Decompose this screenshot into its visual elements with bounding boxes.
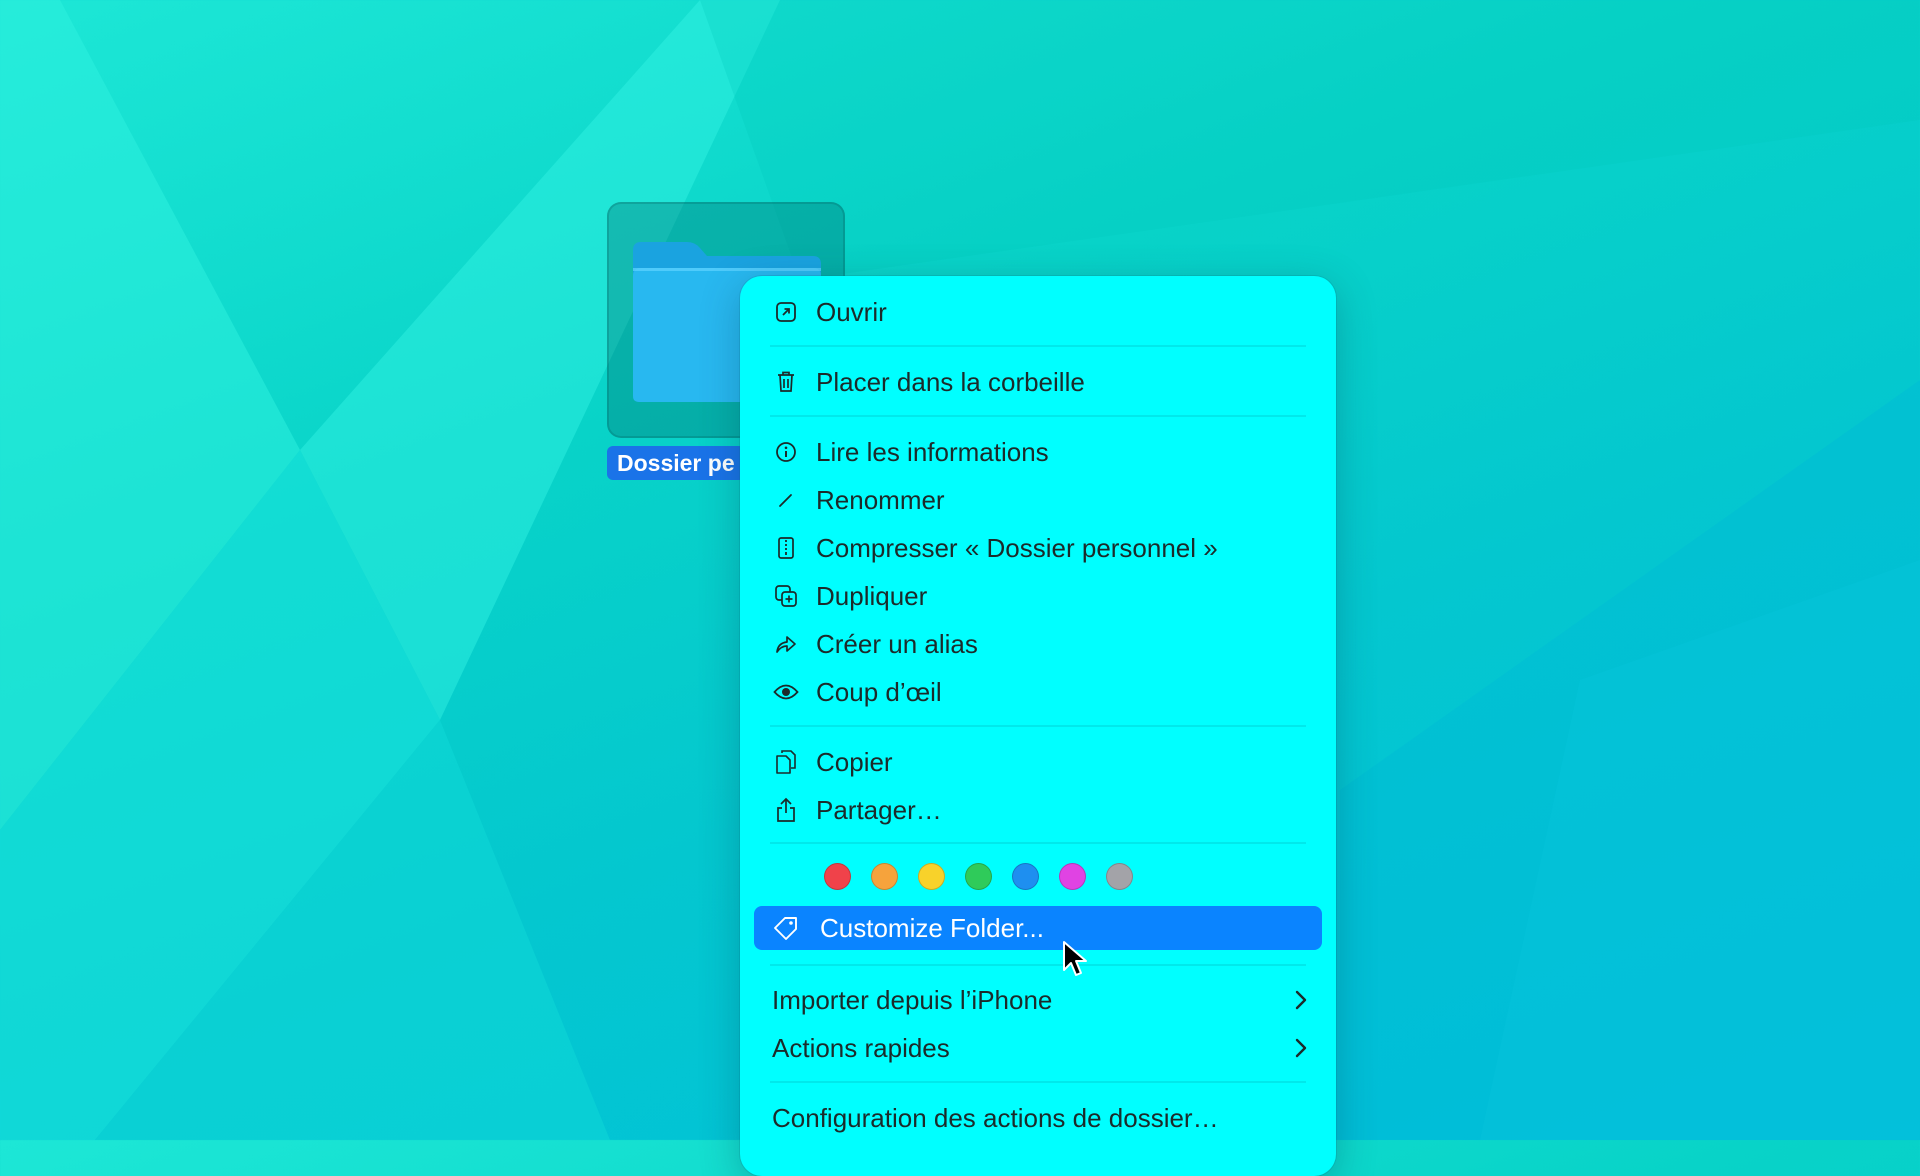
context-menu: Ouvrir Placer dans la corbeille Lire les… (740, 276, 1336, 1176)
menu-item-open[interactable]: Ouvrir (754, 290, 1322, 334)
menu-item-quick-actions[interactable]: Actions rapides (754, 1026, 1322, 1070)
tag-color-orange[interactable] (871, 863, 898, 890)
menu-item-alias[interactable]: Créer un alias (754, 622, 1322, 666)
zip-icon (772, 534, 800, 562)
tag-color-blue[interactable] (1012, 863, 1039, 890)
tag-color-picker (824, 863, 1133, 890)
menu-separator (770, 1081, 1306, 1083)
menu-item-get-info[interactable]: Lire les informations (754, 430, 1322, 474)
menu-item-share[interactable]: Partager… (754, 788, 1322, 832)
menu-separator (770, 725, 1306, 727)
tag-icon (772, 914, 800, 942)
tag-color-red[interactable] (824, 863, 851, 890)
menu-item-trash[interactable]: Placer dans la corbeille (754, 360, 1322, 404)
menu-separator (770, 842, 1306, 844)
tag-color-green[interactable] (965, 863, 992, 890)
alias-arrow-icon (772, 630, 800, 658)
chevron-right-icon (1294, 1036, 1308, 1067)
menu-item-duplicate[interactable]: Dupliquer (754, 574, 1322, 618)
menu-item-quicklook[interactable]: Coup d’œil (754, 670, 1322, 714)
eye-icon (772, 678, 800, 706)
trash-icon (772, 368, 800, 396)
menu-item-rename[interactable]: Renommer (754, 478, 1322, 522)
menu-item-customize-folder[interactable]: Customize Folder... (754, 906, 1322, 950)
open-icon (772, 298, 800, 326)
mouse-cursor-icon (1062, 940, 1088, 985)
menu-item-compress[interactable]: Compresser « Dossier personnel » (754, 526, 1322, 570)
chevron-right-icon (1294, 988, 1308, 1019)
menu-separator (770, 415, 1306, 417)
copy-icon (772, 748, 800, 776)
pencil-icon (772, 486, 800, 514)
tag-color-purple[interactable] (1059, 863, 1086, 890)
menu-item-copy[interactable]: Copier (754, 740, 1322, 784)
folder-name-label[interactable]: Dossier pe (607, 446, 745, 480)
share-icon (772, 796, 800, 824)
menu-item-import-iphone[interactable]: Importer depuis l’iPhone (754, 978, 1322, 1022)
menu-item-folder-actions[interactable]: Configuration des actions de dossier… (754, 1096, 1322, 1140)
menu-separator (770, 345, 1306, 347)
info-icon (772, 438, 800, 466)
tag-color-gray[interactable] (1106, 863, 1133, 890)
duplicate-icon (772, 582, 800, 610)
tag-color-yellow[interactable] (918, 863, 945, 890)
menu-separator (770, 964, 1306, 966)
